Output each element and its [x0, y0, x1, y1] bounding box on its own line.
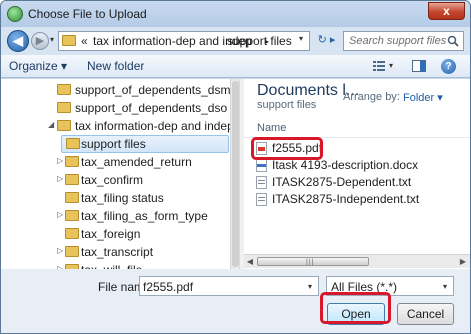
file-row[interactable]: ITASK2875-Independent.txt — [254, 191, 464, 208]
tree-scrollbar[interactable] — [230, 79, 239, 269]
forward-button[interactable]: ▶ — [31, 32, 49, 50]
file-name: ITASK2875-Dependent.txt — [272, 175, 412, 189]
tree-item[interactable]: ▷ tax_transcript — [1, 243, 229, 261]
scroll-left-icon[interactable]: ◀ — [244, 255, 256, 268]
window-title: Choose File to Upload — [28, 7, 147, 21]
organize-menu[interactable]: Organize ▾ — [9, 59, 67, 73]
scrollbar-grip: ||| — [306, 259, 315, 266]
tree-item-selected[interactable]: support files — [61, 135, 229, 153]
tree-item-label: support files — [81, 137, 146, 151]
tree-item[interactable]: ▷ tax_will_file — [1, 261, 229, 269]
folder-icon — [57, 120, 71, 131]
folder-icon — [65, 174, 79, 185]
address-bar[interactable]: « tax information-dep and indep ▸ suppor… — [58, 31, 310, 51]
tree-item-label: tax_filing_as_form_type — [81, 209, 208, 223]
address-segment-current[interactable]: support files — [227, 34, 292, 48]
dialog-footer: File name: f2555.pdf ▾ All Files (*.*) ▾… — [1, 269, 470, 333]
file-name-input[interactable]: f2555.pdf ▾ — [139, 276, 319, 296]
folder-icon — [65, 156, 79, 167]
file-name-value: f2555.pdf — [143, 280, 194, 294]
address-overflow-chevron[interactable]: « — [81, 34, 88, 48]
title-bar[interactable]: Choose File to Upload x — [1, 1, 470, 27]
cancel-button[interactable]: Cancel — [397, 303, 454, 325]
browser-app-icon — [7, 6, 23, 22]
folder-icon — [65, 228, 79, 239]
expand-arrow-icon[interactable]: ▷ — [57, 156, 63, 165]
column-header-name[interactable]: Name — [257, 122, 286, 134]
expand-arrow-icon[interactable]: ▷ — [57, 210, 63, 219]
tree-item-label: tax_confirm — [81, 173, 144, 187]
scroll-right-icon[interactable]: ▶ — [457, 255, 469, 268]
view-options-icon[interactable] — [373, 61, 385, 71]
tree-item[interactable]: ◢ tax information-dep and indep — [1, 117, 234, 135]
folder-icon — [62, 35, 76, 46]
horizontal-scrollbar[interactable]: ◀ ||| ▶ — [244, 254, 470, 268]
highlight-selected-file — [251, 137, 323, 160]
file-upload-dialog: Choose File to Upload x ◀ ▶ ▾ « tax info… — [0, 0, 471, 334]
word-document-icon — [256, 159, 267, 172]
tree-item[interactable]: tax_filing status — [1, 189, 229, 207]
tree-item[interactable]: ▷ tax_amended_return — [1, 153, 229, 171]
tree-item[interactable]: tax_foreign — [1, 225, 229, 243]
folder-icon — [65, 246, 79, 257]
arrange-by-dropdown[interactable]: Folder ▾ — [403, 91, 443, 104]
folder-icon — [66, 138, 80, 149]
tree-item-label: support_of_dependents_dsm — [75, 83, 231, 97]
scrollbar-thumb[interactable]: ||| — [257, 257, 369, 266]
folder-icon — [57, 84, 71, 95]
command-toolbar: Organize ▾ New folder ▾ ? — [1, 55, 470, 78]
help-icon[interactable]: ? — [441, 59, 456, 74]
recent-locations-dropdown[interactable]: ▾ — [50, 35, 54, 44]
text-file-icon — [256, 176, 267, 189]
collapse-arrow-icon[interactable]: ◢ — [48, 120, 54, 129]
arrange-by-label: Arrange by: — [343, 91, 400, 103]
file-row[interactable]: ITASK2875-Dependent.txt — [254, 174, 464, 191]
tree-item-label: support_of_dependents_dso — [75, 101, 228, 115]
address-dropdown-icon[interactable]: ▾ — [299, 34, 303, 43]
tree-item[interactable]: support_of_dependents_dso — [1, 99, 229, 117]
refresh-button[interactable]: ↻ ▸ — [314, 31, 339, 51]
navigation-tree: support_of_dependents_dsm support_of_dep… — [1, 79, 239, 269]
new-folder-button[interactable]: New folder — [87, 59, 144, 73]
tree-item-label: tax information-dep and indep — [75, 119, 234, 133]
view-dropdown-icon[interactable]: ▾ — [389, 61, 393, 70]
highlight-open-button — [320, 292, 391, 324]
tree-item[interactable]: ▷ tax_confirm — [1, 171, 229, 189]
tree-item-label: tax_filing status — [81, 191, 164, 205]
folder-icon — [65, 192, 79, 203]
file-type-dropdown-icon[interactable]: ▾ — [443, 282, 447, 291]
tree-item-label: tax_transcript — [81, 245, 154, 259]
search-icon[interactable] — [447, 35, 459, 47]
tree-scrollbar-thumb[interactable] — [232, 81, 239, 267]
tree-item-label: tax_foreign — [81, 227, 141, 241]
file-name: ITASK2875-Independent.txt — [272, 192, 420, 206]
search-placeholder: Search support files — [349, 35, 447, 47]
back-button[interactable]: ◀ — [7, 30, 29, 52]
library-subtitle: support files — [257, 99, 317, 111]
folder-icon — [57, 102, 71, 113]
text-file-icon — [256, 193, 267, 206]
expand-arrow-icon[interactable]: ▷ — [57, 174, 63, 183]
tree-item[interactable]: ▷ tax_filing_as_form_type — [1, 207, 229, 225]
tree-item[interactable]: support_of_dependents_dsm — [1, 81, 231, 99]
close-button[interactable]: x — [428, 2, 465, 20]
navigation-bar: ◀ ▶ ▾ « tax information-dep and indep ▸ … — [1, 27, 470, 55]
file-name-dropdown-icon[interactable]: ▾ — [308, 282, 312, 291]
file-list-pane: Documents l... support files Arrange by:… — [244, 79, 470, 269]
preview-pane-icon[interactable] — [412, 60, 426, 72]
folder-icon — [65, 210, 79, 221]
browser-content: support_of_dependents_dsm support_of_dep… — [1, 79, 470, 269]
tree-item-label: tax_amended_return — [81, 155, 192, 169]
expand-arrow-icon[interactable]: ▷ — [57, 246, 63, 255]
search-box[interactable]: Search support files — [343, 31, 464, 51]
file-name: Itask 4193-description.docx — [272, 158, 419, 172]
